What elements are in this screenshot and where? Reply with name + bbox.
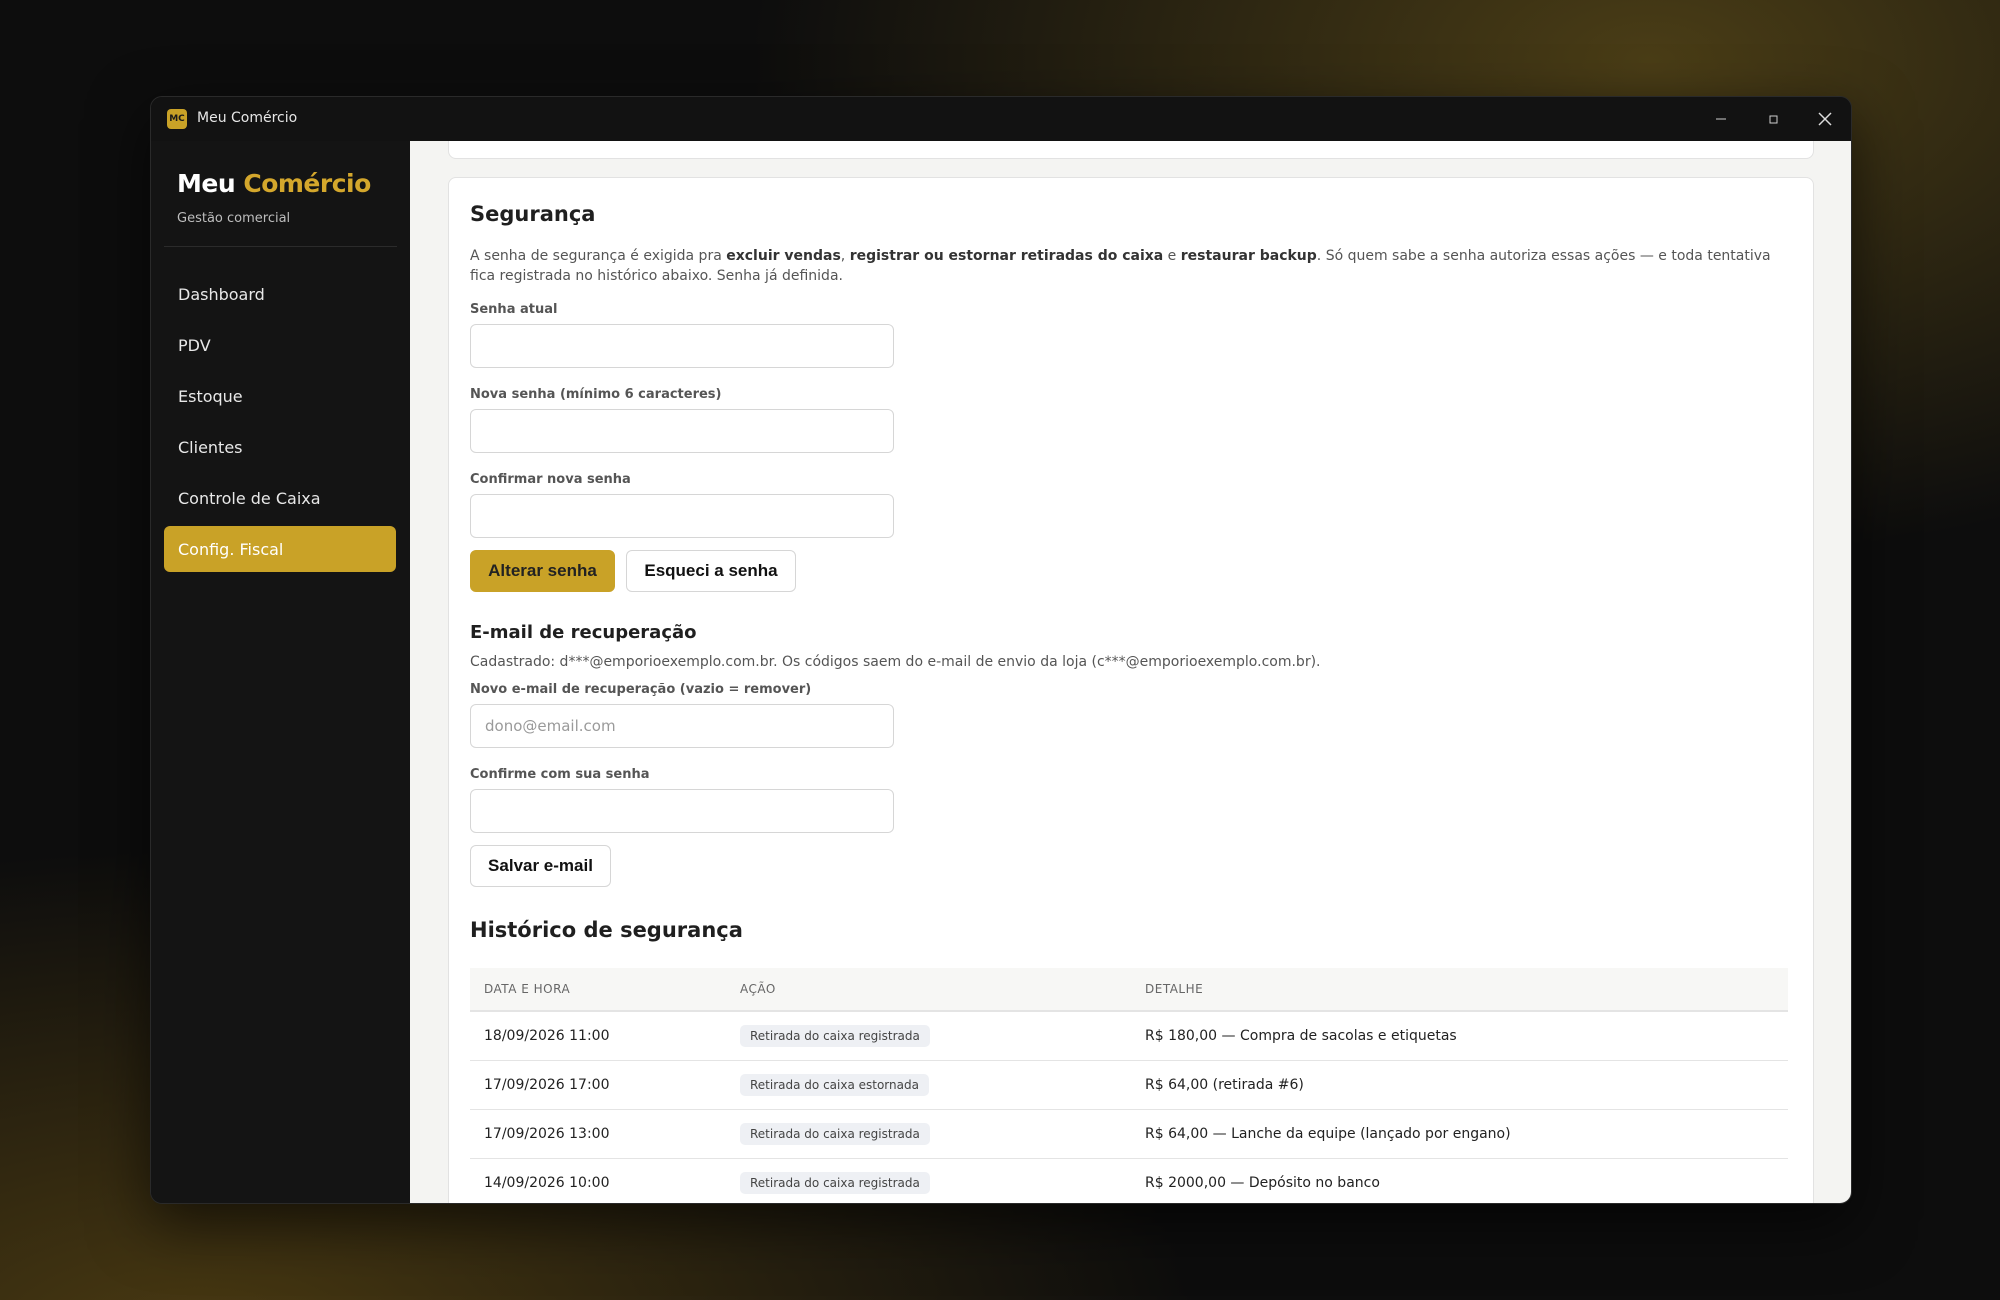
- sidebar-item-dashboard[interactable]: Dashboard: [164, 271, 396, 317]
- recovery-registered-text: Cadastrado: d***@emporioexemplo.com.br. …: [470, 654, 1321, 670]
- security-desc-text-1: A senha de segurança é exigida pra: [470, 248, 727, 264]
- confirm-password-label: Confirmar nova senha: [470, 472, 631, 487]
- column-header-detail: DETALHE: [1145, 982, 1204, 996]
- recovery-email-input[interactable]: [470, 704, 894, 748]
- current-password-label: Senha atual: [470, 302, 558, 317]
- recovery-email-title: E-mail de recuperação: [470, 622, 697, 643]
- brand-title: Meu Comércio: [177, 169, 371, 198]
- new-recovery-email-label: Novo e-mail de recuperação (vazio = remo…: [470, 682, 812, 697]
- maximize-button[interactable]: [1747, 97, 1799, 141]
- row-detail: R$ 2000,00 — Depósito no banco: [1145, 1175, 1380, 1191]
- close-icon: [1818, 112, 1832, 126]
- sidebar-item-pdv[interactable]: PDV: [164, 322, 396, 368]
- title-bar: MC Meu Comércio: [151, 97, 1851, 141]
- column-header-datetime: DATA E HORA: [484, 982, 571, 996]
- current-password-input[interactable]: [470, 324, 894, 368]
- brand-name-part2: Comércio: [243, 169, 371, 198]
- maximize-icon: [1769, 115, 1778, 124]
- table-row: 18/09/2026 11:00 Retirada do caixa regis…: [470, 1012, 1788, 1061]
- security-desc-bold-2: registrar ou estornar retiradas do caixa: [849, 248, 1164, 264]
- action-badge: Retirada do caixa registrada: [740, 1123, 930, 1145]
- confirm-with-password-label: Confirme com sua senha: [470, 767, 650, 782]
- change-password-button[interactable]: Alterar senha: [470, 550, 615, 592]
- sidebar-nav: Dashboard PDV Estoque Clientes Controle …: [164, 271, 396, 577]
- row-datetime: 14/09/2026 10:00: [484, 1175, 610, 1191]
- action-badge: Retirada do caixa estornada: [740, 1074, 929, 1096]
- security-desc-bold-1: excluir vendas: [726, 248, 841, 264]
- minimize-button[interactable]: [1695, 97, 1747, 141]
- security-history-title: Histórico de segurança: [470, 918, 743, 942]
- brand-subtitle: Gestão comercial: [177, 211, 291, 226]
- new-password-label: Nova senha (mínimo 6 caracteres): [470, 387, 722, 402]
- table-row: 14/09/2026 10:00 Retirada do caixa regis…: [470, 1159, 1788, 1203]
- table-row: 17/09/2026 17:00 Retirada do caixa estor…: [470, 1061, 1788, 1110]
- confirm-password-input[interactable]: [470, 494, 894, 538]
- row-detail: R$ 180,00 — Compra de sacolas e etiqueta…: [1145, 1028, 1457, 1044]
- row-datetime: 17/09/2026 13:00: [484, 1126, 610, 1142]
- table-header: DATA E HORA AÇÃO DETALHE: [470, 968, 1788, 1012]
- table-row: 17/09/2026 13:00 Retirada do caixa regis…: [470, 1110, 1788, 1159]
- close-button[interactable]: [1799, 97, 1851, 141]
- sidebar-item-clientes[interactable]: Clientes: [164, 424, 396, 470]
- sidebar: Meu Comércio Gestão comercial Dashboard …: [151, 141, 410, 1203]
- security-description: A senha de segurança é exigida pra exclu…: [470, 246, 1780, 286]
- row-detail: R$ 64,00 — Lanche da equipe (lançado por…: [1145, 1126, 1511, 1142]
- main-content[interactable]: Segurança A senha de segurança é exigida…: [410, 141, 1851, 1203]
- sidebar-item-estoque[interactable]: Estoque: [164, 373, 396, 419]
- new-password-input[interactable]: [470, 409, 894, 453]
- sidebar-item-config-fiscal[interactable]: Config. Fiscal: [164, 526, 396, 572]
- row-detail: R$ 64,00 (retirada #6): [1145, 1077, 1304, 1093]
- minimize-icon: [1716, 118, 1726, 120]
- security-card: Segurança A senha de segurança é exigida…: [448, 177, 1814, 1203]
- security-title: Segurança: [470, 202, 596, 226]
- save-email-button[interactable]: Salvar e-mail: [470, 845, 611, 887]
- security-desc-bold-3: restaurar backup: [1180, 248, 1317, 264]
- forgot-password-button[interactable]: Esqueci a senha: [626, 550, 796, 592]
- security-desc-text-2: ,: [840, 248, 850, 264]
- brand-name-part1: Meu: [177, 169, 236, 198]
- column-header-action: AÇÃO: [740, 982, 776, 996]
- row-datetime: 18/09/2026 11:00: [484, 1028, 610, 1044]
- action-badge: Retirada do caixa registrada: [740, 1172, 930, 1194]
- app-window: MC Meu Comércio Meu Comércio Gestão come…: [150, 96, 1852, 1204]
- app-logo-icon: MC: [167, 109, 187, 129]
- sidebar-divider: [164, 246, 397, 247]
- row-datetime: 17/09/2026 17:00: [484, 1077, 610, 1093]
- security-history-table: DATA E HORA AÇÃO DETALHE 18/09/2026 11:0…: [470, 968, 1788, 1203]
- confirm-with-password-input[interactable]: [470, 789, 894, 833]
- action-badge: Retirada do caixa registrada: [740, 1025, 930, 1047]
- previous-card: [448, 141, 1814, 159]
- window-title: Meu Comércio: [197, 110, 298, 126]
- sidebar-item-controle-caixa[interactable]: Controle de Caixa: [164, 475, 396, 521]
- security-desc-text-3: e: [1163, 248, 1181, 264]
